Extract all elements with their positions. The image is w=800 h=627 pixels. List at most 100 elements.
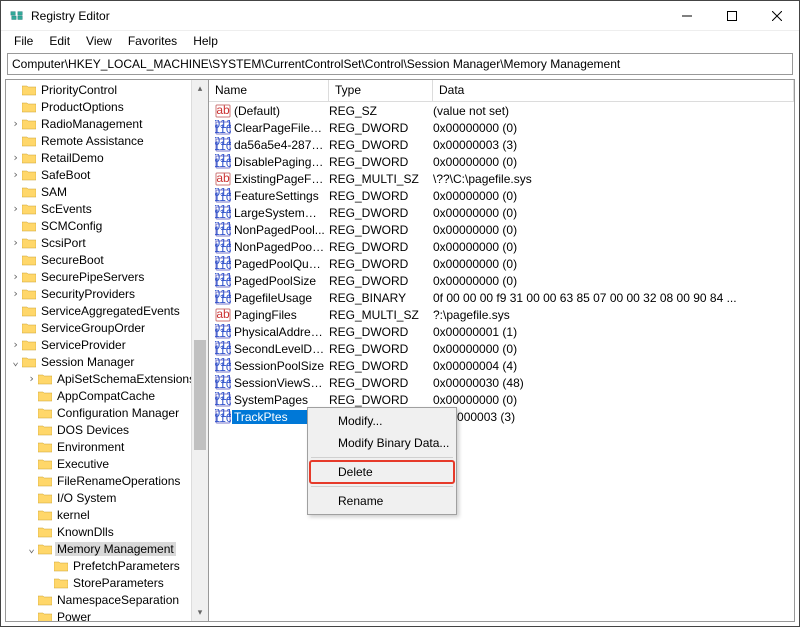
expand-icon[interactable] [26, 441, 37, 452]
menu-favorites[interactable]: Favorites [121, 32, 184, 50]
tree-item[interactable]: ›ScsiPort [6, 234, 208, 251]
value-row[interactable]: 011110PagefileUsageREG_BINARY0f 00 00 00… [209, 289, 794, 306]
ctx-delete[interactable]: Delete [310, 461, 454, 483]
expand-icon[interactable]: › [10, 237, 21, 248]
value-row[interactable]: 011110DisablePagingEx...REG_DWORD0x00000… [209, 153, 794, 170]
tree-item[interactable]: ⌄Session Manager [6, 353, 208, 370]
scroll-up-icon[interactable]: ▴ [192, 80, 208, 97]
value-row[interactable]: 011110da56a5e4-287c-...REG_DWORD0x000000… [209, 136, 794, 153]
expand-icon[interactable] [10, 254, 21, 265]
value-row[interactable]: 011110NonPagedPool...REG_DWORD0x00000000… [209, 221, 794, 238]
expand-icon[interactable]: › [10, 152, 21, 163]
tree-item[interactable]: StoreParameters [6, 574, 208, 591]
expand-icon[interactable]: › [26, 373, 37, 384]
value-row[interactable]: 011110SessionPoolSizeREG_DWORD0x00000004… [209, 357, 794, 374]
value-row[interactable]: abExistingPageFilesREG_MULTI_SZ\??\C:\pa… [209, 170, 794, 187]
tree-item[interactable]: ›ScEvents [6, 200, 208, 217]
expand-icon[interactable]: › [10, 271, 21, 282]
address-bar[interactable]: Computer\HKEY_LOCAL_MACHINE\SYSTEM\Curre… [7, 53, 793, 75]
expand-icon[interactable] [26, 526, 37, 537]
tree-item[interactable]: ⌄Memory Management [6, 540, 208, 557]
tree-item[interactable]: KnownDlls [6, 523, 208, 540]
minimize-button[interactable] [664, 1, 709, 31]
tree-item[interactable]: I/O System [6, 489, 208, 506]
menu-file[interactable]: File [7, 32, 40, 50]
expand-icon[interactable] [26, 458, 37, 469]
tree-item[interactable]: ProductOptions [6, 98, 208, 115]
close-button[interactable] [754, 1, 799, 31]
tree-pane[interactable]: PriorityControlProductOptions›RadioManag… [5, 79, 209, 622]
tree-scrollbar[interactable]: ▴ ▾ [191, 80, 208, 621]
value-row[interactable]: 011110FeatureSettingsREG_DWORD0x00000000… [209, 187, 794, 204]
expand-icon[interactable] [42, 560, 53, 571]
menu-help[interactable]: Help [186, 32, 225, 50]
tree-item[interactable]: ›ApiSetSchemaExtensions [6, 370, 208, 387]
expand-icon[interactable] [26, 611, 37, 622]
tree-item[interactable]: ›SecurityProviders [6, 285, 208, 302]
tree-item[interactable]: ServiceAggregatedEvents [6, 302, 208, 319]
tree-item[interactable]: SAM [6, 183, 208, 200]
ctx-modify-binary[interactable]: Modify Binary Data... [310, 432, 454, 454]
expand-icon[interactable] [26, 492, 37, 503]
value-row[interactable]: 011110TrackPtesREG_DWORD0x00000003 (3) [209, 408, 794, 425]
expand-icon[interactable]: › [10, 288, 21, 299]
tree-item[interactable]: ›ServiceProvider [6, 336, 208, 353]
expand-icon[interactable] [26, 475, 37, 486]
col-type[interactable]: Type [329, 80, 433, 101]
tree-item[interactable]: kernel [6, 506, 208, 523]
tree-item[interactable]: ›SecurePipeServers [6, 268, 208, 285]
tree-item[interactable]: Remote Assistance [6, 132, 208, 149]
expand-icon[interactable]: › [10, 169, 21, 180]
value-row[interactable]: 011110SystemPagesREG_DWORD0x00000000 (0) [209, 391, 794, 408]
tree-item[interactable]: ServiceGroupOrder [6, 319, 208, 336]
tree-item[interactable]: ›RadioManagement [6, 115, 208, 132]
expand-icon[interactable] [10, 186, 21, 197]
expand-icon[interactable] [26, 424, 37, 435]
value-row[interactable]: 011110NonPagedPoolS...REG_DWORD0x0000000… [209, 238, 794, 255]
tree-item[interactable]: PrefetchParameters [6, 557, 208, 574]
tree-item[interactable]: Executive [6, 455, 208, 472]
tree-item[interactable]: PriorityControl [6, 81, 208, 98]
expand-icon[interactable] [26, 594, 37, 605]
expand-icon[interactable] [26, 407, 37, 418]
expand-icon[interactable] [26, 390, 37, 401]
expand-icon[interactable]: › [10, 339, 21, 350]
value-row[interactable]: ab(Default)REG_SZ(value not set) [209, 102, 794, 119]
scroll-down-icon[interactable]: ▾ [192, 604, 208, 621]
expand-icon[interactable]: › [10, 203, 21, 214]
value-row[interactable]: 011110SessionViewSizeREG_DWORD0x00000030… [209, 374, 794, 391]
tree-item[interactable]: FileRenameOperations [6, 472, 208, 489]
expand-icon[interactable] [10, 220, 21, 231]
tree-item[interactable]: ›SafeBoot [6, 166, 208, 183]
expand-icon[interactable]: ⌄ [26, 543, 37, 554]
expand-icon[interactable] [10, 101, 21, 112]
tree-item[interactable]: Environment [6, 438, 208, 455]
tree-item[interactable]: Configuration Manager [6, 404, 208, 421]
tree-item[interactable]: SCMConfig [6, 217, 208, 234]
expand-icon[interactable] [10, 135, 21, 146]
ctx-rename[interactable]: Rename [310, 490, 454, 512]
col-data[interactable]: Data [433, 80, 794, 101]
maximize-button[interactable] [709, 1, 754, 31]
value-row[interactable]: 011110PagedPoolQuotaREG_DWORD0x00000000 … [209, 255, 794, 272]
tree-item[interactable]: AppCompatCache [6, 387, 208, 404]
tree-item[interactable]: NamespaceSeparation [6, 591, 208, 608]
value-row[interactable]: 011110PhysicalAddress...REG_DWORD0x00000… [209, 323, 794, 340]
value-row[interactable]: 011110SecondLevelDat...REG_DWORD0x000000… [209, 340, 794, 357]
scroll-thumb[interactable] [194, 340, 206, 450]
expand-icon[interactable]: › [10, 118, 21, 129]
expand-icon[interactable] [42, 577, 53, 588]
tree-item[interactable]: SecureBoot [6, 251, 208, 268]
menu-view[interactable]: View [79, 32, 119, 50]
expand-icon[interactable] [10, 84, 21, 95]
value-row[interactable]: 011110ClearPageFileAt...REG_DWORD0x00000… [209, 119, 794, 136]
expand-icon[interactable]: ⌄ [10, 356, 21, 367]
col-name[interactable]: Name [209, 80, 329, 101]
list-body[interactable]: ab(Default)REG_SZ(value not set)011110Cl… [209, 102, 794, 621]
expand-icon[interactable] [10, 305, 21, 316]
expand-icon[interactable] [26, 509, 37, 520]
expand-icon[interactable] [10, 322, 21, 333]
value-row[interactable]: 011110LargeSystemCac...REG_DWORD0x000000… [209, 204, 794, 221]
tree-item[interactable]: DOS Devices [6, 421, 208, 438]
tree-item[interactable]: Power [6, 608, 208, 622]
